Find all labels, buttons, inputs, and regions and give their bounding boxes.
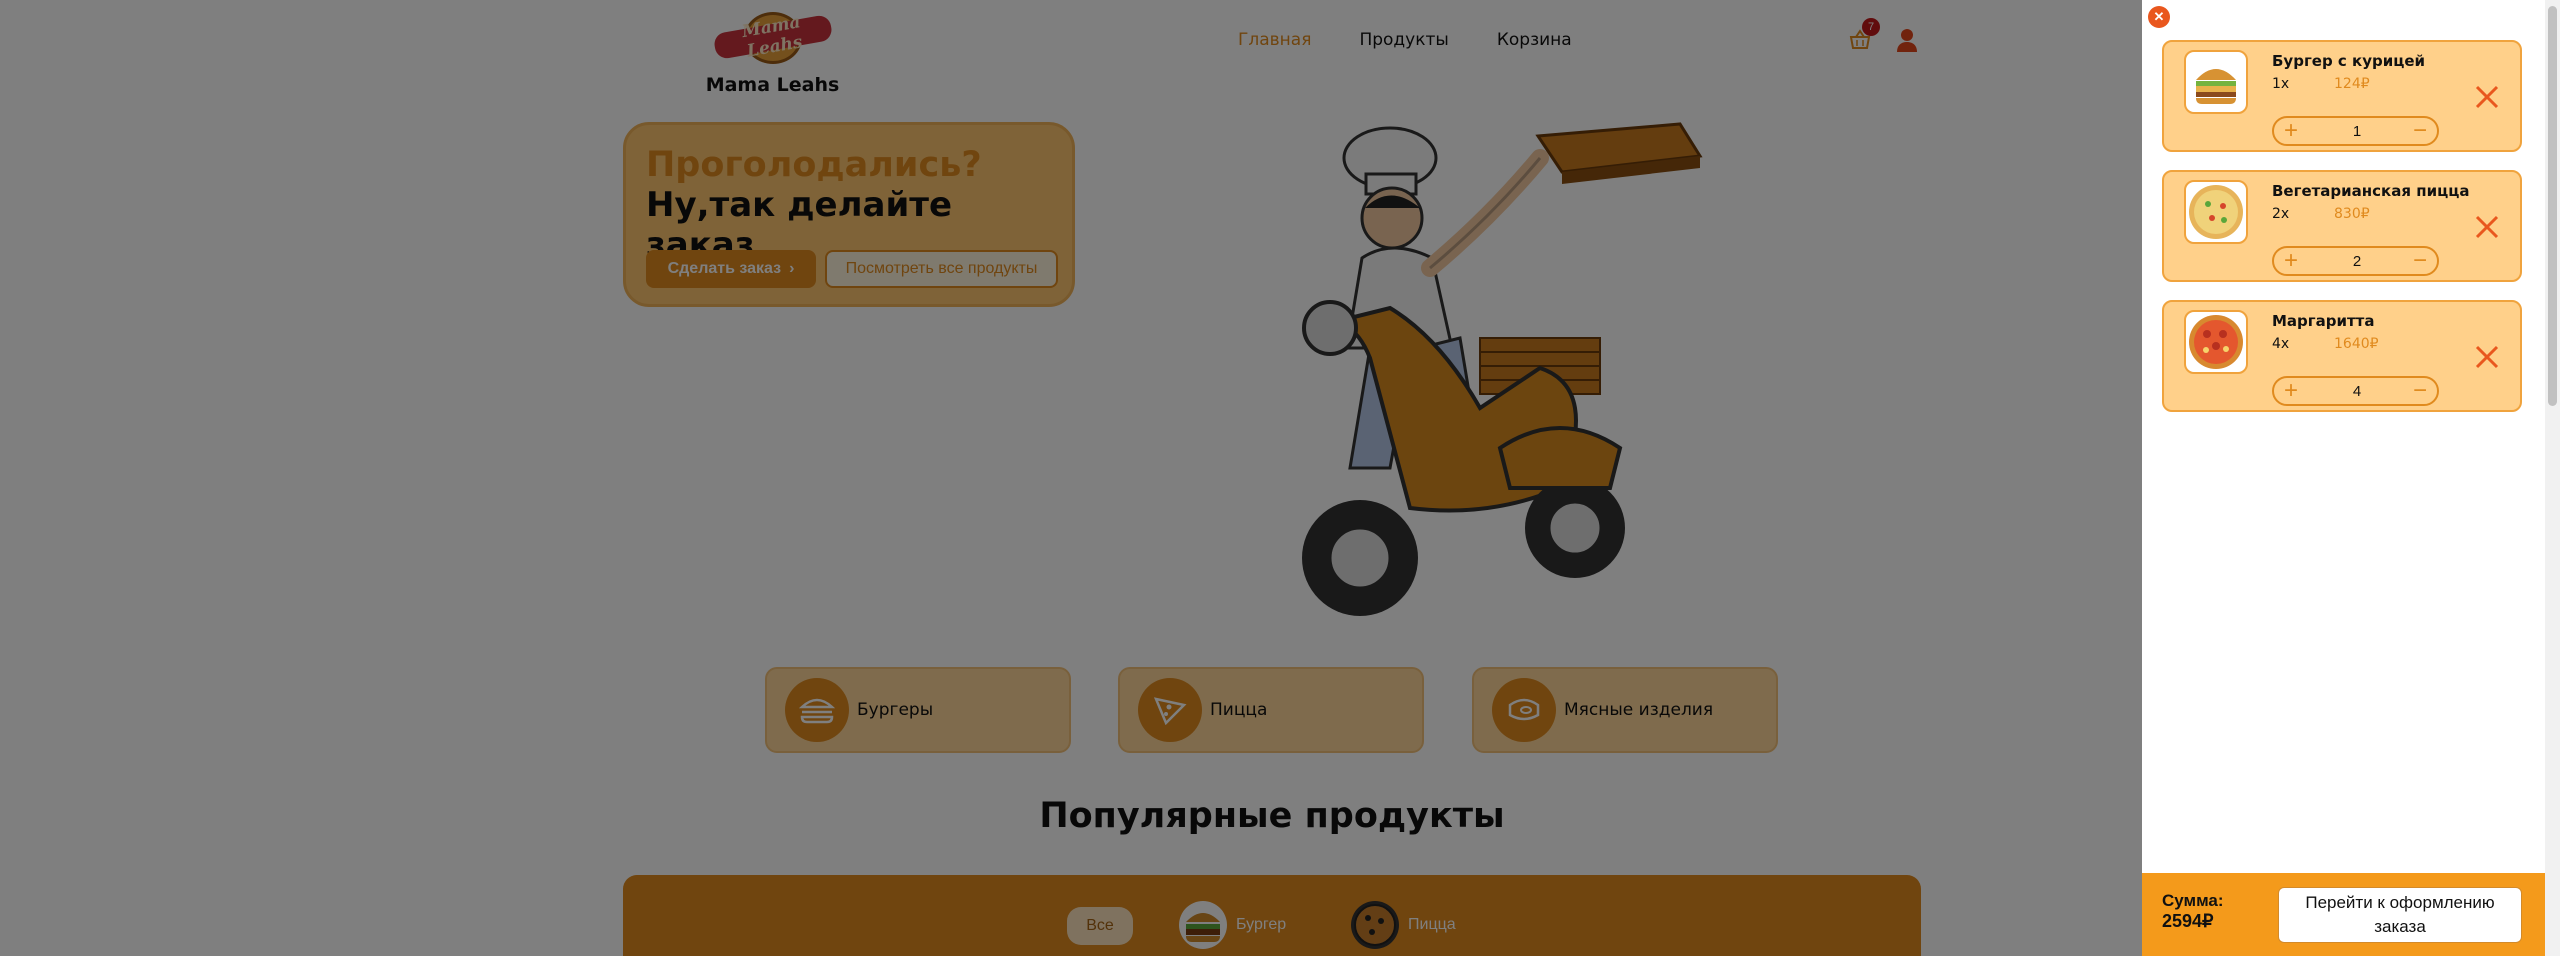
scrollbar[interactable]	[2545, 0, 2560, 956]
cart-item-price: 124₽	[2334, 76, 2370, 92]
quantity-stepper: + 2 −	[2272, 246, 2439, 276]
plus-icon[interactable]: +	[2280, 249, 2302, 273]
plus-icon[interactable]: +	[2280, 379, 2302, 403]
cart-item-price: 830₽	[2334, 206, 2370, 222]
minus-icon[interactable]: −	[2409, 119, 2431, 143]
remove-item-icon[interactable]	[2474, 344, 2500, 370]
cart-item-qty-label: 1x	[2272, 76, 2290, 92]
plus-icon[interactable]: +	[2280, 119, 2302, 143]
scrollbar-thumb[interactable]	[2548, 6, 2557, 406]
cart-item-qty-label: 2x	[2272, 206, 2290, 222]
product-thumbnail	[2184, 50, 2248, 114]
cart-item-name: Бургер с курицей	[2272, 52, 2426, 70]
quantity-value: 2	[2352, 253, 2362, 270]
cart-item-price: 1640₽	[2334, 336, 2379, 352]
sum-value: 2594₽	[2162, 911, 2214, 931]
minus-icon[interactable]: −	[2409, 379, 2431, 403]
close-icon[interactable]: ✕	[2148, 6, 2170, 28]
cart-item: Вегетарианская пицца 2x 830₽ + 2 −	[2162, 170, 2522, 282]
remove-item-icon[interactable]	[2474, 214, 2500, 240]
sum-label: Сумма:	[2162, 891, 2224, 910]
cart-item: Маргаритта 4x 1640₽ + 4 −	[2162, 300, 2522, 412]
quantity-stepper: + 4 −	[2272, 376, 2439, 406]
minus-icon[interactable]: −	[2409, 249, 2431, 273]
cart-item-name: Маргаритта	[2272, 312, 2375, 330]
cart-item-qty-label: 4x	[2272, 336, 2290, 352]
cart-summary: Сумма: 2594₽ Перейти к оформлению заказа	[2142, 873, 2560, 956]
product-thumbnail	[2184, 310, 2248, 374]
remove-item-icon[interactable]	[2474, 84, 2500, 110]
cart-item: Бургер с курицей 1x 124₽ + 1 −	[2162, 40, 2522, 152]
quantity-value: 4	[2352, 383, 2362, 400]
product-thumbnail	[2184, 180, 2248, 244]
quantity-value: 1	[2352, 123, 2362, 140]
quantity-stepper: + 1 −	[2272, 116, 2439, 146]
checkout-button[interactable]: Перейти к оформлению заказа	[2278, 887, 2522, 943]
cart-item-name: Вегетарианская пицца	[2272, 182, 2470, 200]
